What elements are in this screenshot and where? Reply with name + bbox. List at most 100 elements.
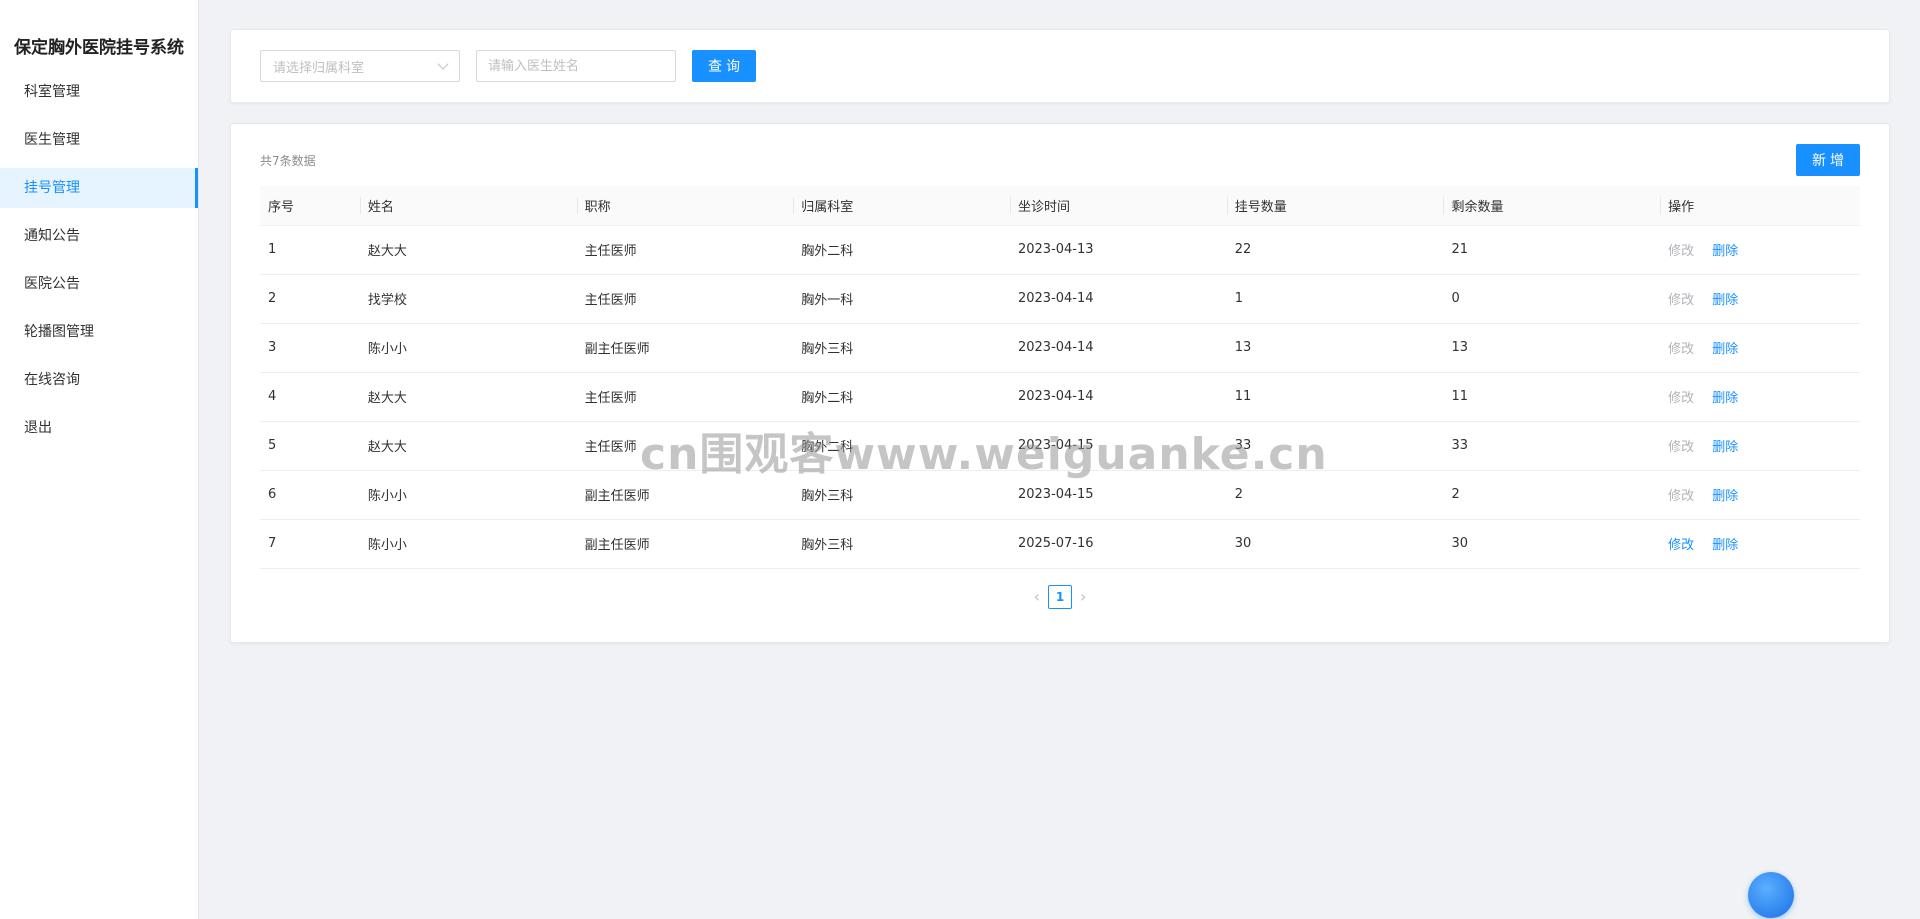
cell-remaining: 21	[1443, 225, 1661, 275]
table-row: 4 赵大大 主任医师 胸外二科 2023-04-14 11 11 修改 删除	[260, 372, 1860, 422]
cell-total: 1	[1226, 274, 1444, 324]
sidebar-item-logout[interactable]: 退出	[0, 408, 198, 448]
page-number-current[interactable]: 1	[1048, 584, 1072, 609]
edit-link[interactable]: 修改	[1668, 391, 1694, 406]
column-header-actions: 操作	[1660, 186, 1860, 226]
edit-link[interactable]: 修改	[1668, 244, 1694, 259]
cell-remaining: 33	[1443, 421, 1661, 471]
sidebar-item-registration[interactable]: 挂号管理	[0, 168, 198, 208]
delete-link[interactable]: 删除	[1712, 391, 1738, 406]
cell-department: 胸外二科	[793, 372, 1010, 422]
column-header-title: 职称	[576, 186, 794, 226]
column-header-name: 姓名	[359, 186, 577, 226]
department-select[interactable]: 请选择归属科室	[260, 50, 460, 82]
cell-name: 陈小小	[359, 323, 577, 373]
app-title: 保定胸外医院挂号系统	[14, 38, 184, 58]
delete-link[interactable]: 删除	[1712, 440, 1738, 455]
pagination: ‹ 1 ›	[260, 584, 1860, 609]
chevron-down-icon	[437, 58, 449, 70]
cell-actions: 修改 删除	[1660, 274, 1860, 324]
cell-total: 11	[1226, 372, 1444, 422]
cell-actions: 修改 删除	[1660, 519, 1860, 569]
table-body: 1 赵大大 主任医师 胸外二科 2023-04-13 22 21 修改 删除 2 找学校 主任医师 胸外…	[260, 225, 1860, 569]
cell-actions: 修改 删除	[1660, 421, 1860, 471]
cell-actions: 修改 删除	[1660, 372, 1860, 422]
cell-date: 2023-04-14	[1009, 274, 1227, 324]
cell-remaining: 2	[1443, 470, 1661, 520]
sidebar-item-carousel[interactable]: 轮播图管理	[0, 312, 198, 352]
cell-no: 1	[260, 225, 360, 275]
cell-remaining: 11	[1443, 372, 1661, 422]
table-header: 序号 姓名 职称 归属科室 坐诊时间 挂号数量 剩余数量 操作	[260, 186, 1860, 226]
cell-name: 赵大大	[359, 372, 577, 422]
edit-link[interactable]: 修改	[1668, 440, 1694, 455]
cell-title: 副主任医师	[576, 323, 794, 373]
cell-remaining: 0	[1443, 274, 1661, 324]
edit-link[interactable]: 修改	[1668, 293, 1694, 308]
cell-actions: 修改 删除	[1660, 470, 1860, 520]
cell-total: 30	[1226, 519, 1444, 569]
sidebar-item-department[interactable]: 科室管理	[0, 72, 198, 112]
cell-name: 赵大大	[359, 225, 577, 275]
delete-link[interactable]: 删除	[1712, 489, 1738, 504]
cell-no: 3	[260, 323, 360, 373]
cell-no: 7	[260, 519, 360, 569]
table-row: 2 找学校 主任医师 胸外一科 2023-04-14 1 0 修改 删除	[260, 274, 1860, 324]
table-toolbar: 共7条数据 新增	[260, 144, 1860, 176]
cell-name: 陈小小	[359, 519, 577, 569]
chevron-left-icon[interactable]: ‹	[1034, 587, 1040, 606]
cell-no: 2	[260, 274, 360, 324]
cell-date: 2023-04-14	[1009, 372, 1227, 422]
cell-date: 2023-04-14	[1009, 323, 1227, 373]
cell-name: 陈小小	[359, 470, 577, 520]
cell-department: 胸外三科	[793, 519, 1010, 569]
edit-link[interactable]: 修改	[1668, 538, 1694, 553]
sidebar-item-doctor[interactable]: 医生管理	[0, 120, 198, 160]
delete-link[interactable]: 删除	[1712, 244, 1738, 259]
cell-department: 胸外一科	[793, 274, 1010, 324]
add-button[interactable]: 新增	[1796, 144, 1860, 176]
cell-title: 主任医师	[576, 274, 794, 324]
cell-name: 赵大大	[359, 421, 577, 471]
cell-remaining: 13	[1443, 323, 1661, 373]
department-select-placeholder: 请选择归属科室	[273, 60, 365, 76]
query-button[interactable]: 查询	[692, 50, 756, 82]
chevron-right-icon[interactable]: ›	[1080, 587, 1086, 606]
cell-date: 2023-04-13	[1009, 225, 1227, 275]
column-header-total: 挂号数量	[1226, 186, 1444, 226]
column-header-department: 归属科室	[793, 186, 1010, 226]
registration-table: 序号 姓名 职称 归属科室 坐诊时间 挂号数量 剩余数量 操作 1 赵大大 主任医师…	[260, 186, 1860, 569]
cell-no: 4	[260, 372, 360, 422]
main-content: 请选择归属科室 查询 共7条数据 新增 序号 姓名 职称 归属科室 坐诊时间	[230, 29, 1890, 643]
sidebar-item-consultation[interactable]: 在线咨询	[0, 360, 198, 400]
cell-name: 找学校	[359, 274, 577, 324]
delete-link[interactable]: 删除	[1712, 293, 1738, 308]
cell-department: 胸外三科	[793, 323, 1010, 373]
sidebar: 保定胸外医院挂号系统 科室管理 医生管理 挂号管理 通知公告 医院公告 轮播图管…	[0, 0, 199, 919]
cell-date: 2025-07-16	[1009, 519, 1227, 569]
cell-actions: 修改 删除	[1660, 225, 1860, 275]
search-card: 请选择归属科室 查询	[230, 29, 1890, 103]
cell-actions: 修改 删除	[1660, 323, 1860, 373]
floating-assistant-icon[interactable]	[1748, 872, 1794, 918]
watermark: cn围观客www.weiguanke.cn	[640, 429, 1328, 480]
column-header-date: 坐诊时间	[1009, 186, 1227, 226]
record-count: 共7条数据	[260, 153, 316, 168]
cell-no: 6	[260, 470, 360, 520]
sidebar-menu: 科室管理 医生管理 挂号管理 通知公告 医院公告 轮播图管理 在线咨询 退出	[0, 72, 198, 448]
column-header-no: 序号	[260, 186, 360, 226]
edit-link[interactable]: 修改	[1668, 489, 1694, 504]
doctor-name-input[interactable]	[476, 50, 676, 82]
table-row: 7 陈小小 副主任医师 胸外三科 2025-07-16 30 30 修改 删除	[260, 519, 1860, 569]
table-row: 3 陈小小 副主任医师 胸外三科 2023-04-14 13 13 修改 删除	[260, 323, 1860, 373]
cell-total: 13	[1226, 323, 1444, 373]
delete-link[interactable]: 删除	[1712, 538, 1738, 553]
cell-title: 主任医师	[576, 372, 794, 422]
cell-no: 5	[260, 421, 360, 471]
sidebar-item-notice[interactable]: 通知公告	[0, 216, 198, 256]
sidebar-item-hospital-announcement[interactable]: 医院公告	[0, 264, 198, 304]
edit-link[interactable]: 修改	[1668, 342, 1694, 357]
delete-link[interactable]: 删除	[1712, 342, 1738, 357]
cell-department: 胸外二科	[793, 225, 1010, 275]
cell-total: 22	[1226, 225, 1444, 275]
